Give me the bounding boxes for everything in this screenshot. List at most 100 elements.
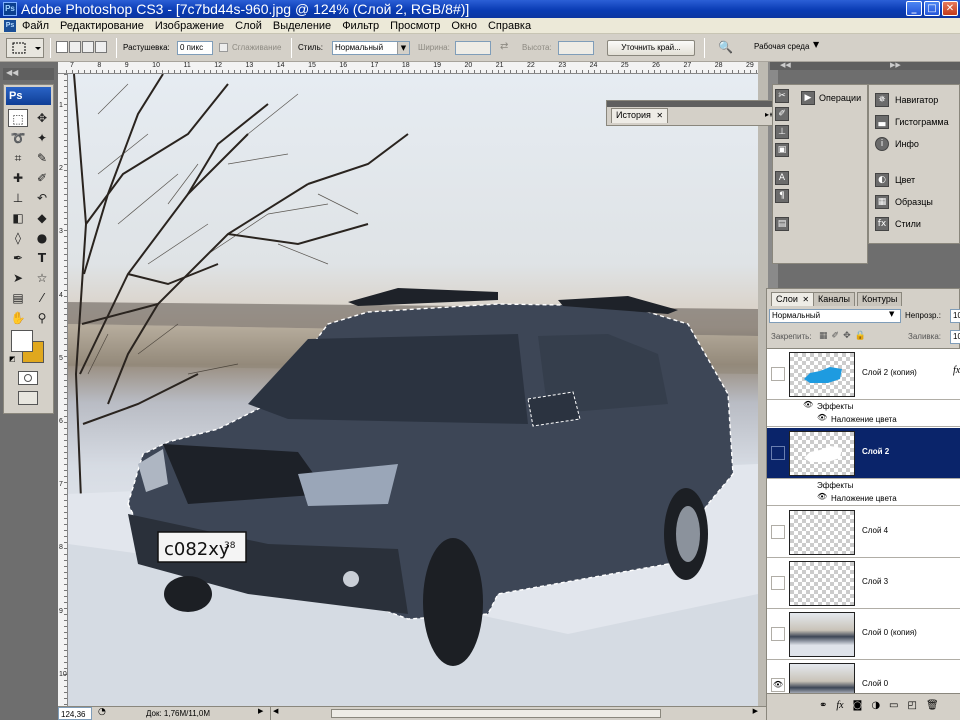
chevron-down-icon[interactable]: ▼ (397, 42, 409, 54)
height-input[interactable] (558, 41, 594, 55)
fx-icon[interactable]: fx (953, 365, 960, 376)
color-overlay-row[interactable]: 👁 Наложение цвета (767, 413, 960, 427)
paragraph-icon[interactable]: ¶ (775, 189, 789, 203)
styles-item[interactable]: fx Стили (875, 217, 921, 231)
history-panel-titlebar[interactable] (607, 101, 781, 107)
character-icon[interactable]: A (775, 171, 789, 185)
slice-tool-icon[interactable]: ✎ (32, 149, 52, 167)
scroll-left-icon[interactable]: ◀ (273, 707, 278, 715)
menu-edit[interactable]: Редактирование (60, 19, 144, 33)
clone-stamp-icon[interactable]: ⊥ (8, 189, 28, 207)
scroll-right-icon[interactable]: ▶ (753, 707, 758, 715)
brush-tool-icon[interactable]: ✐ (32, 169, 52, 187)
default-colors-icon[interactable]: ◩ (9, 355, 16, 363)
layer-comps-icon[interactable]: ▣ (775, 143, 789, 157)
menu-layer[interactable]: Слой (235, 19, 262, 33)
tool-preset-picker[interactable] (6, 38, 44, 58)
menu-file[interactable]: Файл (22, 19, 49, 33)
layer-visibility-toggle[interactable] (771, 525, 785, 539)
horizontal-ruler[interactable]: 7 8 9 10 11 12 13 14 15 16 17 18 19 20 2… (66, 62, 758, 74)
workspace-chevron-icon[interactable]: ▼ (813, 40, 819, 49)
color-overlay-row[interactable]: 👁 Наложение цвета (767, 492, 960, 506)
vertical-ruler[interactable]: 1 2 3 4 5 6 7 8 9 10 (58, 74, 68, 706)
menu-view[interactable]: Просмотр (390, 19, 440, 33)
lock-all-icon[interactable]: 🔒 (855, 331, 866, 341)
shape-tool-icon[interactable]: ☆ (32, 269, 52, 287)
minimize-button[interactable]: _ (906, 1, 922, 16)
dodge-tool-icon[interactable]: ● (32, 229, 52, 247)
actions-item[interactable]: ▶ Операции (801, 91, 861, 105)
tab-channels[interactable]: Каналы (813, 292, 855, 306)
width-input[interactable] (455, 41, 491, 55)
menu-help[interactable]: Справка (488, 19, 531, 33)
layer-name[interactable]: Слой 4 (862, 525, 888, 537)
fill-input[interactable]: 100% (950, 330, 960, 344)
layer-name[interactable]: Слой 0 (копия) (862, 627, 917, 639)
collapse-icon[interactable]: ◀◀ (6, 68, 18, 77)
layer-name[interactable]: Слой 0 (862, 678, 888, 690)
layer-name[interactable]: Слой 2 (копия) (862, 367, 917, 379)
type-tool-icon[interactable]: T (32, 249, 52, 267)
bridge-icon[interactable]: 🔍 (718, 40, 733, 54)
navigator-item[interactable]: ✵ Навигатор (875, 93, 938, 107)
image-canvas[interactable]: с082ху 38 (68, 74, 758, 706)
add-mask-icon[interactable]: ◙ (853, 700, 863, 711)
lock-pixels-icon[interactable]: ✐ (832, 331, 840, 341)
antialias-checkbox[interactable] (219, 43, 228, 52)
subtract-selection-icon[interactable] (82, 41, 94, 53)
zoom-field[interactable]: 124,36 % (58, 707, 92, 720)
workspace-label[interactable]: Рабочая среда (754, 40, 809, 54)
adjustment-layer-icon[interactable]: ◑ (871, 700, 880, 711)
eraser-tool-icon[interactable]: ◧ (8, 209, 28, 227)
menu-select[interactable]: Выделение (273, 19, 331, 33)
close-button[interactable]: ✕ (942, 1, 958, 16)
menu-image[interactable]: Изображение (155, 19, 224, 33)
notes-panel-icon[interactable]: ▤ (775, 217, 789, 231)
history-brush-icon[interactable]: ↶ (32, 189, 52, 207)
crop-tool-icon[interactable]: ⌗ (8, 149, 28, 167)
menu-window[interactable]: Окно (451, 19, 477, 33)
blend-mode-select[interactable]: Нормальный (769, 309, 901, 323)
intersect-selection-icon[interactable] (95, 41, 107, 53)
clone-source-icon[interactable]: ⊥ (775, 125, 789, 139)
layer-row[interactable]: Слой 3 (767, 558, 960, 609)
quick-mask-icon[interactable] (18, 371, 38, 385)
delete-layer-icon[interactable]: 🗑 (926, 700, 939, 711)
status-info-icon[interactable]: ◔ (98, 707, 106, 717)
eye-icon[interactable]: 👁 (771, 678, 785, 692)
info-item[interactable]: i Инфо (875, 137, 919, 151)
tab-layers[interactable]: Слои ✕ (771, 292, 815, 306)
healing-brush-icon[interactable]: ✚ (8, 169, 28, 187)
feather-input[interactable]: 0 пикс (177, 41, 213, 55)
new-layer-icon[interactable]: ◰ (908, 700, 917, 711)
expand-icon[interactable]: ▶▶ (890, 61, 901, 69)
screen-mode-icon[interactable] (18, 391, 38, 405)
zoom-tool-icon[interactable]: ⚲ (32, 309, 52, 327)
swap-icon[interactable]: ⇄ (500, 41, 508, 52)
blur-tool-icon[interactable]: ◊ (8, 229, 28, 247)
paint-bucket-icon[interactable]: ◆ (32, 209, 52, 227)
layer-visibility-toggle[interactable] (771, 576, 785, 590)
tools-options-icon[interactable]: ✂ (775, 89, 789, 103)
eyedropper-icon[interactable]: ⁄ (32, 289, 52, 307)
layer-row[interactable]: 👁 Слой 0 (767, 660, 960, 693)
collapse-icon[interactable]: ◀◀ (780, 61, 791, 69)
eye-icon[interactable]: 👁 (803, 400, 813, 409)
swatches-item[interactable]: ▦ Образцы (875, 195, 933, 209)
new-selection-icon[interactable] (56, 41, 68, 53)
layer-row-selected[interactable]: Слой 2 (767, 428, 960, 479)
layer-row[interactable]: Слой 2 (копия) fx (767, 349, 960, 400)
new-group-icon[interactable]: ▭ (889, 700, 898, 711)
maximize-button[interactable]: □ (924, 1, 940, 16)
layer-visibility-toggle[interactable] (771, 367, 785, 381)
ps-menu-icon[interactable]: Ps (4, 20, 16, 32)
brush-panel-icon[interactable]: ✐ (775, 107, 789, 121)
layer-row[interactable]: Слой 0 (копия) (767, 609, 960, 660)
eye-icon[interactable]: 👁 (817, 492, 827, 501)
lock-position-icon[interactable]: ✥ (843, 331, 851, 341)
scroll-thumb[interactable] (331, 709, 661, 718)
notes-tool-icon[interactable]: ▤ (8, 289, 28, 307)
color-item[interactable]: ◐ Цвет (875, 173, 915, 187)
opacity-input[interactable]: 100% (950, 309, 960, 323)
close-icon[interactable]: ✕ (656, 111, 663, 120)
